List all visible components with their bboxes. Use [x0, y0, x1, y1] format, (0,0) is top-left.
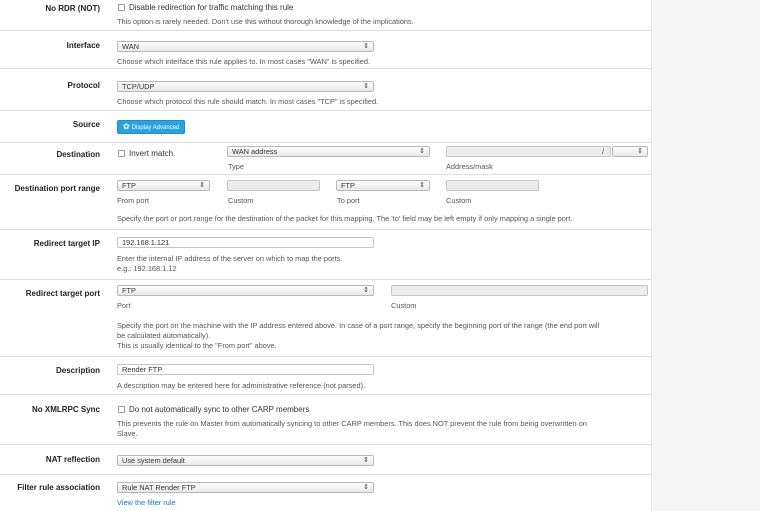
select-arrow-icon: ⇕: [199, 182, 205, 189]
nat-reflection-label: NAT reflection: [45, 455, 100, 464]
destination-port-range-label: Destination port range: [14, 184, 100, 193]
from-port-caption: From port: [117, 196, 150, 205]
invert-match-label: Invert match.: [129, 149, 176, 158]
port-forward-form: No RDR (NOT) Disable redirection for tra…: [0, 0, 652, 511]
from-port-value: FTP: [122, 181, 136, 190]
to-port-caption: To port: [337, 196, 360, 205]
filter-rule-association-label: Filter rule association: [17, 483, 100, 492]
description-label: Description: [55, 366, 100, 375]
row-redirect-target-port: Redirect target port FTP ⇕ Port Custom S…: [0, 280, 652, 357]
protocol-help: Choose which protocol this rule should m…: [117, 97, 379, 106]
redirect-port-select[interactable]: FTP ⇕: [117, 285, 374, 296]
xmlrpc-help-1: This prevents the rule on Master from au…: [117, 419, 587, 428]
display-advanced-button[interactable]: ✿ Display Advanced: [117, 120, 186, 134]
interface-select[interactable]: WAN ⇕: [117, 41, 374, 52]
redirect-target-ip-label: Redirect target IP: [33, 239, 100, 248]
select-arrow-icon: ⇕: [637, 148, 643, 155]
filter-rule-select[interactable]: Rule NAT Render FTP ⇕: [117, 482, 374, 493]
nat-reflection-value: Use system default: [122, 456, 185, 465]
destination-address-caption: Address/mask: [446, 162, 493, 171]
redirect-port-caption: Port: [117, 301, 131, 310]
gear-icon: ✿: [123, 122, 130, 131]
row-nat-reflection: NAT reflection Use system default ⇕: [0, 445, 652, 475]
interface-select-value: WAN: [122, 42, 139, 51]
select-arrow-icon: ⇕: [419, 148, 425, 155]
to-port-value: FTP: [341, 181, 355, 190]
destination-address-input[interactable]: /: [446, 146, 611, 157]
row-no-rdr: No RDR (NOT) Disable redirection for tra…: [0, 0, 652, 31]
destination-mask-select[interactable]: ⇕: [612, 146, 648, 157]
select-arrow-icon: ⇕: [363, 287, 369, 294]
description-input[interactable]: Render FTP: [117, 364, 374, 375]
display-advanced-label: Display Advanced: [131, 125, 180, 131]
filter-rule-value: Rule NAT Render FTP: [122, 483, 196, 492]
redirect-port-custom-caption: Custom: [391, 301, 417, 310]
from-port-custom-caption: Custom: [228, 196, 254, 205]
source-label: Source: [72, 120, 100, 129]
row-no-xmlrpc-sync: No XMLRPC Sync Do not automatically sync…: [0, 395, 652, 445]
view-filter-rule-link[interactable]: View the filter rule: [117, 498, 176, 507]
description-help: A description may be entered here for ad…: [117, 381, 366, 390]
protocol-select-value: TCP/UDP: [122, 82, 155, 91]
select-arrow-icon: ⇕: [363, 457, 369, 464]
xmlrpc-help-2: Slave.: [117, 429, 138, 438]
row-source: Source ✿ Display Advanced: [0, 111, 652, 143]
destination-type-caption: Type: [228, 162, 245, 171]
interface-label: Interface: [66, 41, 100, 50]
to-port-custom-input[interactable]: [446, 180, 539, 191]
row-filter-rule-association: Filter rule association Rule NAT Render …: [0, 475, 652, 511]
slash-separator: /: [601, 147, 604, 156]
no-xmlrpc-sync-label: No XMLRPC Sync: [31, 405, 100, 414]
row-description: Description Render FTP A description may…: [0, 357, 652, 395]
no-rdr-help: This option is rarely needed. Don't use …: [117, 17, 414, 26]
row-destination-port-range: Destination port range FTP ⇕ From port C…: [0, 175, 652, 230]
description-value: Render FTP: [122, 365, 163, 374]
redirect-port-help-2: be calculated automatically).: [117, 331, 211, 340]
redirect-ip-example: e.g.: 192.168.1.12: [117, 264, 177, 273]
row-interface: Interface WAN ⇕ Choose which interface t…: [0, 31, 652, 69]
select-arrow-icon: ⇕: [363, 83, 369, 90]
protocol-select[interactable]: TCP/UDP ⇕: [117, 81, 374, 92]
from-port-custom-input[interactable]: [227, 180, 320, 191]
page-background-gutter: [653, 0, 760, 511]
redirect-target-port-label: Redirect target port: [25, 289, 100, 298]
to-port-custom-caption: Custom: [446, 196, 472, 205]
from-port-select[interactable]: FTP ⇕: [117, 180, 210, 191]
redirect-port-value: FTP: [122, 286, 136, 295]
redirect-ip-help: Enter the internal IP address of the ser…: [117, 254, 343, 263]
row-protocol: Protocol TCP/UDP ⇕ Choose which protocol…: [0, 69, 652, 111]
destination-label: Destination: [56, 150, 100, 159]
row-destination: Destination Invert match. WAN address ⇕ …: [0, 143, 652, 175]
to-port-select[interactable]: FTP ⇕: [336, 180, 430, 191]
no-rdr-checkbox[interactable]: [118, 4, 125, 11]
select-arrow-icon: ⇕: [419, 182, 425, 189]
invert-match-checkbox[interactable]: [118, 150, 125, 157]
no-xmlrpc-sync-checkbox[interactable]: [118, 406, 125, 413]
redirect-target-ip-input[interactable]: 192.168.1.121: [117, 237, 374, 248]
no-rdr-label: No RDR (NOT): [45, 4, 100, 13]
nat-reflection-select[interactable]: Use system default ⇕: [117, 455, 374, 466]
select-arrow-icon: ⇕: [363, 43, 369, 50]
redirect-port-help-1: Specify the port on the machine with the…: [117, 321, 600, 330]
no-rdr-checkbox-label: Disable redirection for traffic matching…: [129, 3, 294, 12]
no-xmlrpc-sync-checkbox-label: Do not automatically sync to other CARP …: [129, 405, 310, 414]
destination-port-help: Specify the port or port range for the d…: [117, 214, 573, 223]
redirect-port-help-3: This is usually identical to the "From p…: [117, 341, 277, 350]
redirect-port-custom-input[interactable]: [391, 285, 648, 296]
destination-type-select[interactable]: WAN address ⇕: [227, 146, 430, 157]
destination-type-value: WAN address: [232, 147, 278, 156]
interface-help: Choose which interface this rule applies…: [117, 57, 371, 66]
redirect-target-ip-value: 192.168.1.121: [122, 238, 170, 247]
protocol-label: Protocol: [67, 81, 100, 90]
row-redirect-target-ip: Redirect target IP 192.168.1.121 Enter t…: [0, 230, 652, 280]
select-arrow-icon: ⇕: [363, 484, 369, 491]
